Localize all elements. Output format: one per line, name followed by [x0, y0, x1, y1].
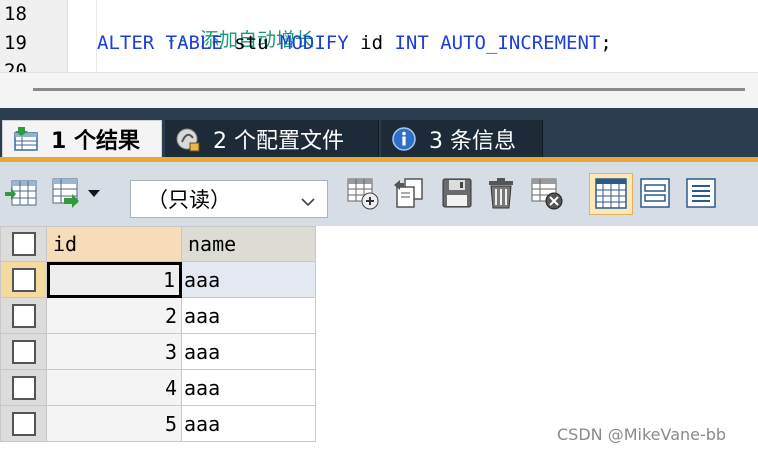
code-text[interactable]: ALTER TABLE stu MODIFY id INT AUTO_INCRE… [97, 32, 612, 54]
row-selector[interactable] [0, 334, 47, 370]
sql-identifier: stu [222, 32, 281, 54]
cell-value: 3 [164, 339, 177, 364]
cell-value: aaa [184, 339, 221, 364]
tab-label: 1 个结果 [51, 129, 140, 154]
table-cell-id[interactable]: 2 [47, 298, 182, 334]
insert-row-icon[interactable] [4, 176, 38, 210]
checkbox-icon [11, 339, 36, 364]
select-all-checkbox[interactable] [0, 226, 47, 262]
export-grid-icon[interactable] [50, 176, 84, 210]
tab-label: 2 个配置文件 [213, 128, 344, 154]
tab-messages[interactable]: 3 条信息 [381, 120, 543, 157]
sql-keyword: ALTER TABLE [97, 32, 223, 54]
column-header-id[interactable]: id [47, 226, 182, 262]
edit-mode-select[interactable]: （只读） [130, 180, 328, 218]
table-cell-name[interactable]: aaa [182, 370, 316, 406]
discard-changes-icon[interactable] [530, 176, 564, 210]
pane-splitter[interactable] [0, 72, 758, 108]
save-icon[interactable] [440, 176, 474, 210]
cell-value: aaa [184, 375, 221, 400]
cell-value: 4 [164, 375, 177, 400]
form-view-icon[interactable] [638, 176, 672, 210]
table-cell-name[interactable]: aaa [182, 298, 316, 334]
watermark: CSDN @MikeVane-bb [557, 425, 727, 444]
table-cell-name[interactable]: aaa [182, 334, 316, 370]
delete-icon[interactable] [484, 176, 518, 210]
row-selector[interactable] [0, 298, 47, 334]
sql-keyword: MODIFY [280, 32, 349, 54]
text-view-icon[interactable] [684, 176, 718, 210]
table-cell-id[interactable]: 5 [47, 406, 182, 442]
result-grid-icon [13, 126, 39, 152]
code-line-19[interactable]: 19 ALTER TABLE stu MODIFY id INT AUTO_IN… [0, 29, 758, 58]
line-number: 20 [4, 60, 27, 72]
dropdown-arrow-icon[interactable] [86, 176, 102, 210]
table-cell-id[interactable]: 1 [47, 262, 182, 298]
edit-mode-value: （只读） [147, 188, 231, 212]
profile-icon [175, 126, 201, 152]
table-cell-name[interactable]: aaa [182, 262, 316, 298]
checkbox-icon [11, 411, 36, 436]
sql-editor[interactable]: 18 -- 添加自动增长 19 ALTER TABLE stu MODIFY i… [0, 0, 758, 72]
result-toolbar [0, 162, 758, 226]
row-selector[interactable] [0, 370, 47, 406]
column-header-name[interactable]: name [182, 226, 316, 262]
tab-label: 3 条信息 [429, 128, 516, 154]
grid-view-icon[interactable] [589, 173, 633, 215]
add-row-icon[interactable] [346, 176, 380, 210]
cell-value: 1 [162, 268, 175, 292]
code-line-20[interactable]: 20 [0, 60, 758, 72]
row-selector[interactable] [0, 262, 47, 298]
info-icon [391, 126, 417, 152]
result-tab-bar: 1 个结果 2 个配置文件 3 条信息 [0, 108, 758, 162]
cell-value: aaa [184, 411, 221, 436]
cell-value: aaa [184, 267, 221, 292]
sql-keyword: INT AUTO_INCREMENT [394, 32, 601, 54]
tab-results[interactable]: 1 个结果 [2, 120, 162, 157]
table-cell-name[interactable]: aaa [182, 406, 316, 442]
column-header-label: name [188, 232, 237, 256]
line-number: 19 [4, 32, 27, 54]
checkbox-icon [11, 232, 36, 256]
duplicate-row-icon[interactable] [392, 176, 426, 210]
tab-profiles[interactable]: 2 个配置文件 [165, 120, 379, 157]
table-cell-id[interactable]: 3 [47, 334, 182, 370]
sql-punct: ; [600, 32, 612, 54]
cell-value: 5 [164, 411, 177, 436]
line-number: 18 [4, 3, 27, 25]
row-selector[interactable] [0, 406, 47, 442]
sql-identifier: id [348, 32, 395, 54]
table-cell-id[interactable]: 4 [47, 370, 182, 406]
code-line-18[interactable]: 18 -- 添加自动增长 [0, 0, 758, 51]
cell-value: aaa [184, 303, 221, 328]
chevron-down-icon[interactable] [299, 191, 317, 207]
splitter-grip[interactable] [33, 88, 745, 91]
cell-value: 2 [164, 303, 177, 328]
checkbox-icon [11, 375, 36, 400]
column-header-label: id [53, 232, 78, 256]
checkbox-icon [11, 303, 36, 328]
checkbox-icon [11, 267, 36, 292]
